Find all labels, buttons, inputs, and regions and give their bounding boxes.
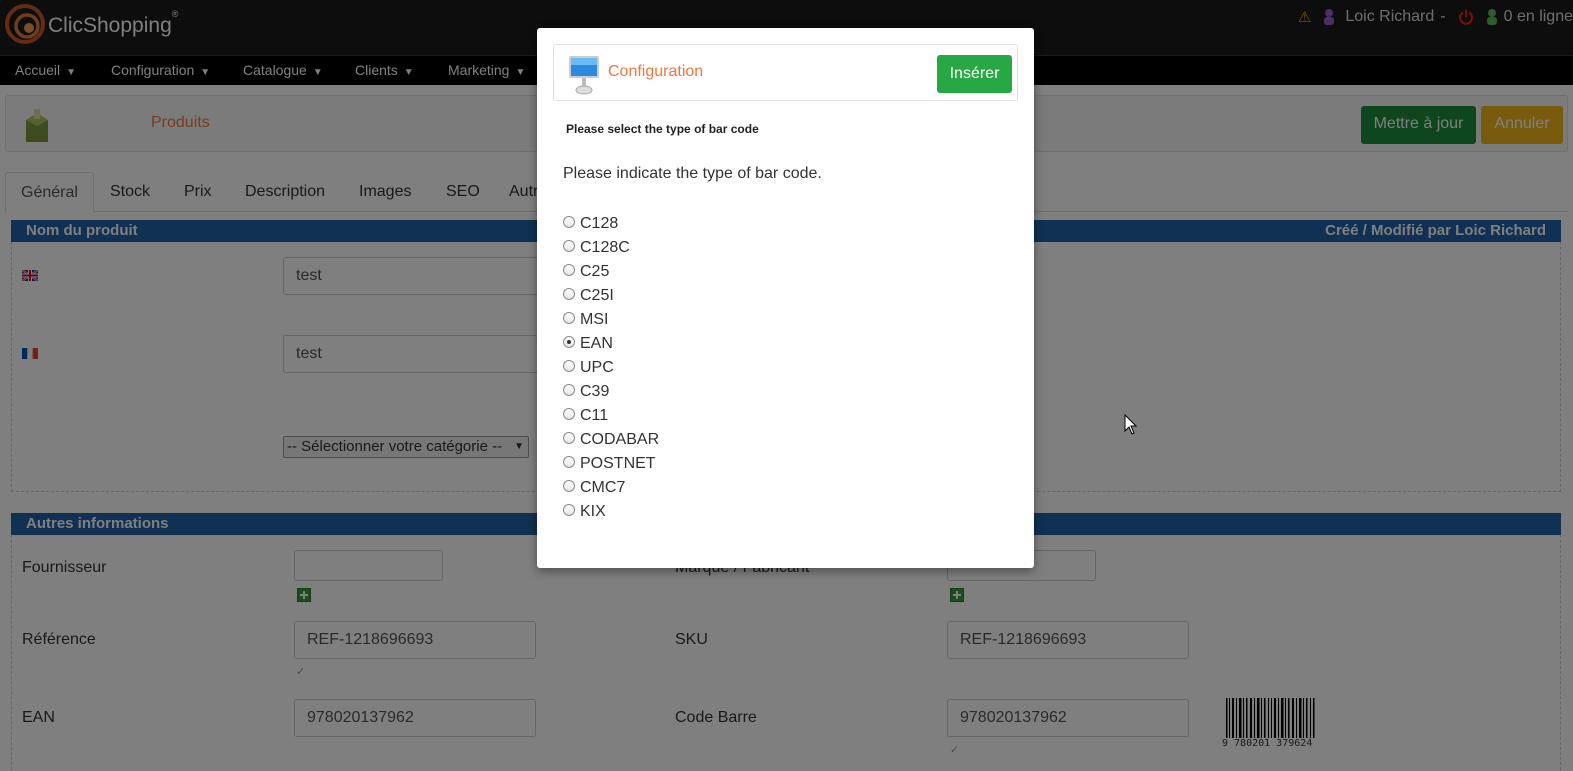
radio-label: POSTNET	[580, 455, 656, 472]
radio-option-upc[interactable]: UPC	[563, 356, 659, 380]
radio-label: MSI	[580, 311, 609, 328]
radio-option-c128c[interactable]: C128C	[563, 236, 659, 260]
radio-button[interactable]	[563, 432, 575, 444]
radio-label: C128C	[580, 239, 630, 256]
radio-button[interactable]	[563, 216, 575, 228]
modal-description: Please indicate the type of bar code.	[563, 165, 822, 182]
radio-label: EAN	[580, 335, 613, 352]
monitor-icon	[569, 56, 599, 95]
radio-option-c25[interactable]: C25	[563, 260, 659, 284]
radio-button[interactable]	[563, 288, 575, 300]
radio-button[interactable]	[563, 240, 575, 252]
radio-button[interactable]	[563, 504, 575, 516]
radio-label: C11	[580, 407, 609, 424]
radio-label: CODABAR	[580, 431, 660, 448]
modal-title: Configuration	[608, 63, 704, 80]
radio-label: CMC7	[580, 479, 626, 496]
radio-option-msi[interactable]: MSI	[563, 308, 659, 332]
radio-button-selected[interactable]	[563, 336, 575, 348]
radio-button[interactable]	[563, 312, 575, 324]
radio-option-cmc7[interactable]: CMC7	[563, 476, 659, 500]
radio-button[interactable]	[563, 360, 575, 372]
radio-label: C25	[580, 263, 610, 280]
mouse-cursor-icon	[1124, 414, 1138, 435]
radio-option-c39[interactable]: C39	[563, 380, 659, 404]
modal-header: Configuration Insérer	[553, 44, 1018, 101]
radio-option-postnet[interactable]: POSTNET	[563, 452, 659, 476]
radio-button[interactable]	[563, 384, 575, 396]
radio-option-codabar[interactable]: CODABAR	[563, 428, 659, 452]
radio-button[interactable]	[563, 480, 575, 492]
radio-option-c11[interactable]: C11	[563, 404, 659, 428]
radio-label: KIX	[580, 503, 606, 520]
radio-button[interactable]	[563, 456, 575, 468]
insert-button[interactable]: Insérer	[937, 55, 1012, 93]
radio-label: UPC	[580, 359, 614, 376]
radio-label: C128	[580, 215, 619, 232]
radio-label: C39	[580, 383, 610, 400]
radio-button[interactable]	[563, 264, 575, 276]
radio-option-c128[interactable]: C128	[563, 212, 659, 236]
radio-option-c25i[interactable]: C25I	[563, 284, 659, 308]
radio-option-kix[interactable]: KIX	[563, 500, 659, 524]
radio-option-ean[interactable]: EAN	[563, 332, 659, 356]
barcode-config-modal: Configuration Insérer Please select the …	[537, 28, 1034, 568]
barcode-type-radio-group: C128 C128C C25 C25I MSI EAN UPC C39 C11 …	[563, 212, 659, 524]
radio-label: C25I	[580, 287, 614, 304]
modal-subtitle: Please select the type of bar code	[566, 122, 759, 136]
radio-button[interactable]	[563, 408, 575, 420]
